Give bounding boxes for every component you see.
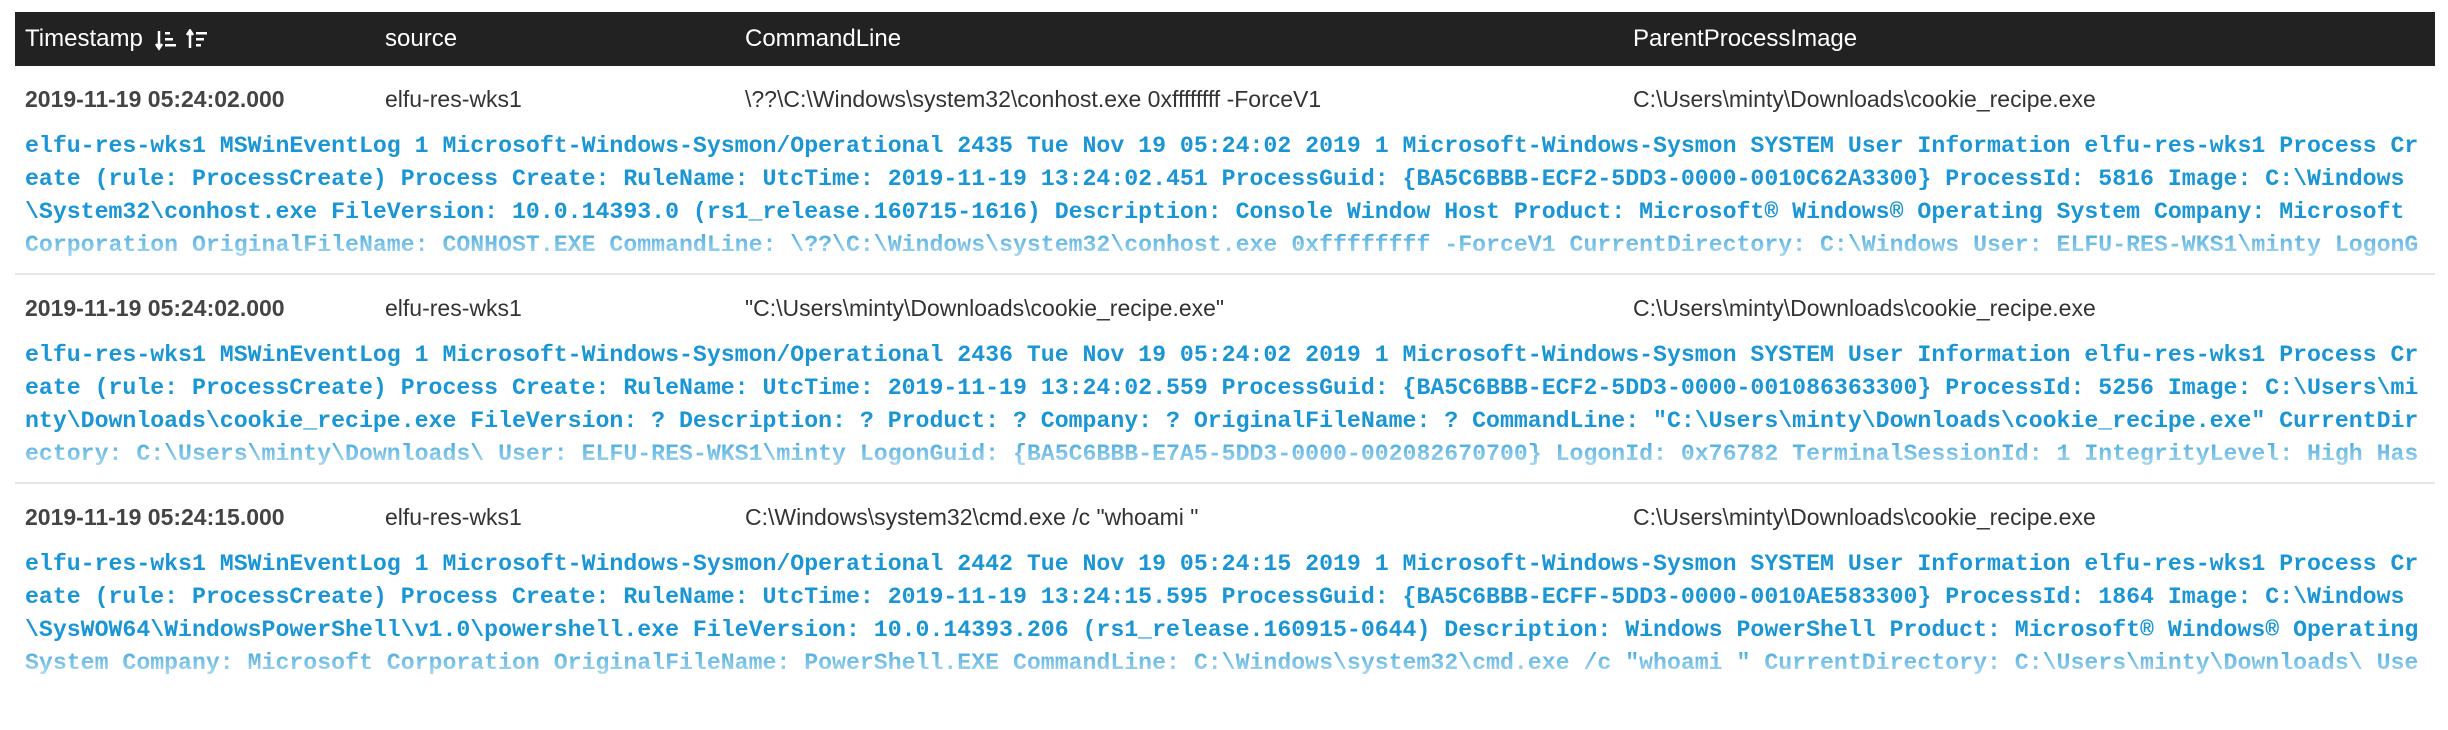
source-cell: elfu-res-wks1 <box>385 295 522 321</box>
sort-ascending-icon[interactable] <box>155 26 186 53</box>
table-row[interactable]: 2019-11-19 05:24:02.000 elfu-res-wks1 \?… <box>15 66 2435 275</box>
parent-process-image-cell: C:\Users\minty\Downloads\cookie_recipe.e… <box>1633 295 2096 321</box>
column-header-parentprocessimage[interactable]: ParentProcessImage <box>1633 12 1857 66</box>
parent-process-image-cell: C:\Users\minty\Downloads\cookie_recipe.e… <box>1633 504 2096 530</box>
column-header-commandline[interactable]: CommandLine <box>745 12 901 66</box>
source-cell: elfu-res-wks1 <box>385 86 522 112</box>
sort-descending-icon[interactable] <box>186 26 210 53</box>
column-header-source[interactable]: source <box>385 12 457 66</box>
column-header-timestamp[interactable]: Timestamp <box>25 12 210 66</box>
commandline-cell: \??\C:\Windows\system32\conhost.exe 0xff… <box>745 86 1322 112</box>
table-row[interactable]: 2019-11-19 05:24:15.000 elfu-res-wks1 C:… <box>15 484 2435 691</box>
table-header: Timestamp source CommandLine ParentProce… <box>15 12 2435 66</box>
events-table: Timestamp source CommandLine ParentProce… <box>15 12 2435 691</box>
table-row[interactable]: 2019-11-19 05:24:02.000 elfu-res-wks1 "C… <box>15 275 2435 484</box>
timestamp-cell: 2019-11-19 05:24:02.000 <box>25 295 285 321</box>
commandline-cell: "C:\Users\minty\Downloads\cookie_recipe.… <box>745 295 1225 321</box>
column-header-timestamp-label: Timestamp <box>25 25 143 52</box>
commandline-cell: C:\Windows\system32\cmd.exe /c "whoami " <box>745 504 1199 530</box>
parent-process-image-cell: C:\Users\minty\Downloads\cookie_recipe.e… <box>1633 86 2096 112</box>
raw-event-text[interactable]: elfu-res-wks1 MSWinEventLog 1 Microsoft-… <box>25 548 2425 680</box>
timestamp-cell: 2019-11-19 05:24:15.000 <box>25 504 285 530</box>
raw-event-text[interactable]: elfu-res-wks1 MSWinEventLog 1 Microsoft-… <box>25 339 2425 471</box>
timestamp-cell: 2019-11-19 05:24:02.000 <box>25 86 285 112</box>
raw-event-text[interactable]: elfu-res-wks1 MSWinEventLog 1 Microsoft-… <box>25 130 2425 262</box>
source-cell: elfu-res-wks1 <box>385 504 522 530</box>
sort-controls <box>155 13 210 67</box>
